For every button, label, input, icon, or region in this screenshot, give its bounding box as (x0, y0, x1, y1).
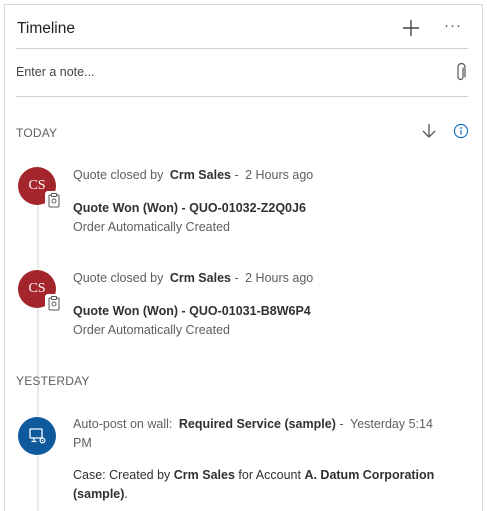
activity-title[interactable]: Quote Won (Won) - QUO-01032-Z2Q0J6 (73, 201, 306, 215)
paperclip-icon (457, 62, 466, 81)
section-today-label: TODAY (16, 126, 58, 140)
activity-header: Quote closed by Crm Sales - 2 Hours ago (73, 168, 314, 182)
activity-user-link[interactable]: Crm Sales (170, 271, 231, 285)
activity-time: 2 Hours ago (245, 168, 314, 182)
activity-user-link[interactable]: Crm Sales (174, 468, 235, 482)
activity-detail: Order Automatically Created (73, 323, 231, 337)
ellipsis-icon: ··· (444, 17, 462, 34)
timeline-connector (37, 165, 39, 511)
service-avatar (18, 417, 56, 455)
info-icon (453, 123, 469, 139)
timeline-panel: Timeline ··· TODAY CS (4, 4, 483, 511)
section-yesterday-label: YESTERDAY (16, 374, 90, 388)
activity-detail: Case: Created by Crm Sales for Account A… (73, 468, 435, 501)
attach-button[interactable] (454, 62, 468, 83)
clipboard-icon (48, 193, 60, 208)
activity-time: 2 Hours ago (245, 271, 314, 285)
activity-time: Yesterday 5:14 (350, 417, 433, 431)
timeline-header: Timeline ··· (16, 5, 468, 49)
note-row (16, 49, 468, 97)
info-button[interactable] (453, 123, 469, 139)
account-link-continued[interactable]: (sample) (73, 487, 124, 501)
arrow-down-icon (422, 124, 436, 138)
quote-badge (45, 191, 63, 209)
activity-header: Quote closed by Crm Sales - 2 Hours ago (73, 271, 314, 285)
activity-detail: Order Automatically Created (73, 220, 231, 234)
more-options-button[interactable]: ··· (440, 15, 466, 41)
activity-subject-link[interactable]: Required Service (sample) (179, 417, 336, 431)
activity-user-link[interactable]: Crm Sales (170, 168, 231, 182)
page-title: Timeline (17, 20, 75, 37)
quote-badge (45, 294, 63, 312)
add-button[interactable] (398, 15, 424, 41)
activity-time-continued: PM (73, 436, 92, 450)
activity-header: Auto-post on wall: Required Service (sam… (73, 417, 433, 431)
activity-title[interactable]: Quote Won (Won) - QUO-01031-B8W6P4 (73, 304, 311, 318)
clipboard-icon (48, 296, 60, 311)
service-icon (29, 428, 46, 444)
note-input[interactable] (16, 59, 436, 85)
sort-button[interactable] (420, 121, 438, 141)
account-link[interactable]: A. Datum Corporation (304, 468, 434, 482)
plus-icon (403, 20, 419, 36)
